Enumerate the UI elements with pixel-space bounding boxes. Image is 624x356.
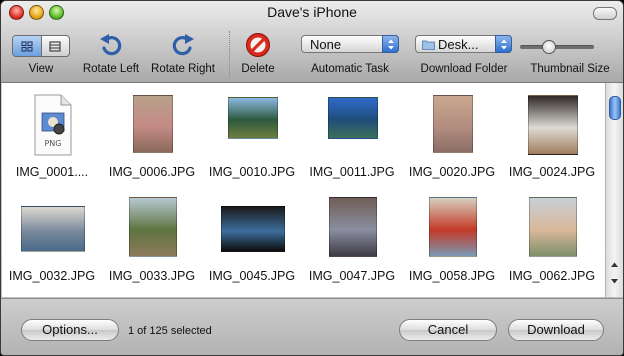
image-item[interactable]: IMG_0006.JPG (102, 89, 202, 193)
image-filename: IMG_0011.JPG (309, 165, 395, 179)
photo-thumbnail (429, 197, 477, 257)
image-item[interactable]: IMG_0020.JPG (402, 89, 502, 193)
image-filename: IMG_0045.JPG (208, 269, 296, 283)
selection-status: 1 of 125 selected (128, 325, 212, 337)
download-button[interactable]: Download (508, 319, 604, 341)
list-view-icon (49, 40, 61, 52)
image-filename: IMG_0024.JPG (508, 165, 596, 179)
image-item[interactable]: IMG_0033.JPG (102, 193, 202, 297)
image-filename: IMG_0062.JPG (508, 269, 596, 283)
vertical-scrollbar[interactable] (605, 83, 623, 297)
icon-view-button[interactable] (13, 36, 42, 56)
scroll-up-arrow-icon[interactable] (608, 259, 621, 271)
list-view-button[interactable] (42, 36, 70, 56)
photo-thumbnail (528, 95, 578, 155)
scrollbar-thumb[interactable] (609, 96, 621, 120)
toolbar: Dave's iPhone View Rotate Left Rotate Ri… (1, 1, 623, 83)
grid-view-icon (21, 40, 33, 52)
image-filename: IMG_0032.JPG (8, 269, 96, 283)
photo-thumbnail (133, 95, 173, 153)
thumbnail-size-label: Thumbnail Size (530, 63, 610, 75)
image-item[interactable]: IMG_0058.JPG (402, 193, 502, 297)
automatic-task-label: Automatic Task (311, 63, 389, 75)
image-grid: PNG IMG_0001.... IMG_0006.JPG IMG_0010.JPG I… (2, 83, 605, 297)
image-filename: IMG_0020.JPG (408, 165, 496, 179)
folder-icon (422, 40, 435, 50)
svg-text:PNG: PNG (44, 139, 61, 148)
image-filename: IMG_0047.JPG (308, 269, 396, 283)
image-item[interactable]: IMG_0032.JPG (2, 193, 102, 297)
cancel-button[interactable]: Cancel (399, 319, 497, 341)
photo-thumbnail (329, 197, 377, 257)
image-item[interactable]: IMG_0062.JPG (502, 193, 602, 297)
photo-thumbnail (129, 197, 177, 257)
toolbar-toggle-button[interactable] (593, 7, 617, 20)
photo-thumbnail (433, 95, 473, 153)
toolbar-separator (229, 31, 231, 77)
window-title: Dave's iPhone (267, 4, 357, 20)
photo-thumbnail (21, 206, 85, 252)
image-filename: IMG_0033.JPG (108, 269, 196, 283)
options-button[interactable]: Options... (21, 319, 119, 341)
png-file-icon: PNG (34, 94, 72, 156)
image-filename: IMG_0010.JPG (208, 165, 296, 179)
view-label: View (28, 63, 54, 75)
image-item[interactable]: IMG_0047.JPG (302, 193, 402, 297)
delete-icon[interactable] (245, 32, 271, 58)
photo-thumbnail (221, 206, 285, 252)
image-capture-window: Dave's iPhone View Rotate Left Rotate Ri… (0, 0, 624, 356)
image-item[interactable]: PNG IMG_0001.... (2, 89, 102, 193)
photo-thumbnail (228, 97, 278, 139)
automatic-task-value: None (310, 37, 342, 52)
rotate-left-icon[interactable] (99, 31, 123, 57)
delete-label: Delete (241, 63, 275, 75)
bottom-bar: Options... 1 of 125 selected Cancel Down… (1, 298, 623, 355)
thumbnail-size-slider-knob[interactable] (541, 40, 556, 54)
rotate-right-icon[interactable] (171, 31, 195, 57)
image-item[interactable]: IMG_0045.JPG (202, 193, 302, 297)
photo-thumbnail (328, 97, 378, 139)
image-filename: IMG_0058.JPG (408, 269, 496, 283)
image-item[interactable]: IMG_0011.JPG (302, 89, 402, 193)
photo-thumbnail (529, 197, 577, 257)
scroll-down-arrow-icon[interactable] (608, 275, 621, 287)
popup-arrows-icon (495, 35, 512, 53)
download-folder-value: Desk... (438, 37, 479, 52)
thumbnail-size-slider[interactable] (520, 45, 594, 49)
rotate-right-label: Rotate Right (151, 63, 215, 75)
view-segmented-control[interactable] (12, 35, 70, 57)
popup-arrows-icon (382, 35, 399, 53)
image-item[interactable]: IMG_0010.JPG (202, 89, 302, 193)
download-folder-label: Download Folder (420, 63, 508, 75)
image-item[interactable]: IMG_0024.JPG (502, 89, 602, 193)
image-filename: IMG_0006.JPG (108, 165, 196, 179)
automatic-task-popup[interactable]: None (301, 35, 399, 53)
image-filename: IMG_0001.... (15, 165, 89, 179)
rotate-left-label: Rotate Left (82, 63, 140, 75)
download-folder-popup[interactable]: Desk... (415, 35, 512, 53)
